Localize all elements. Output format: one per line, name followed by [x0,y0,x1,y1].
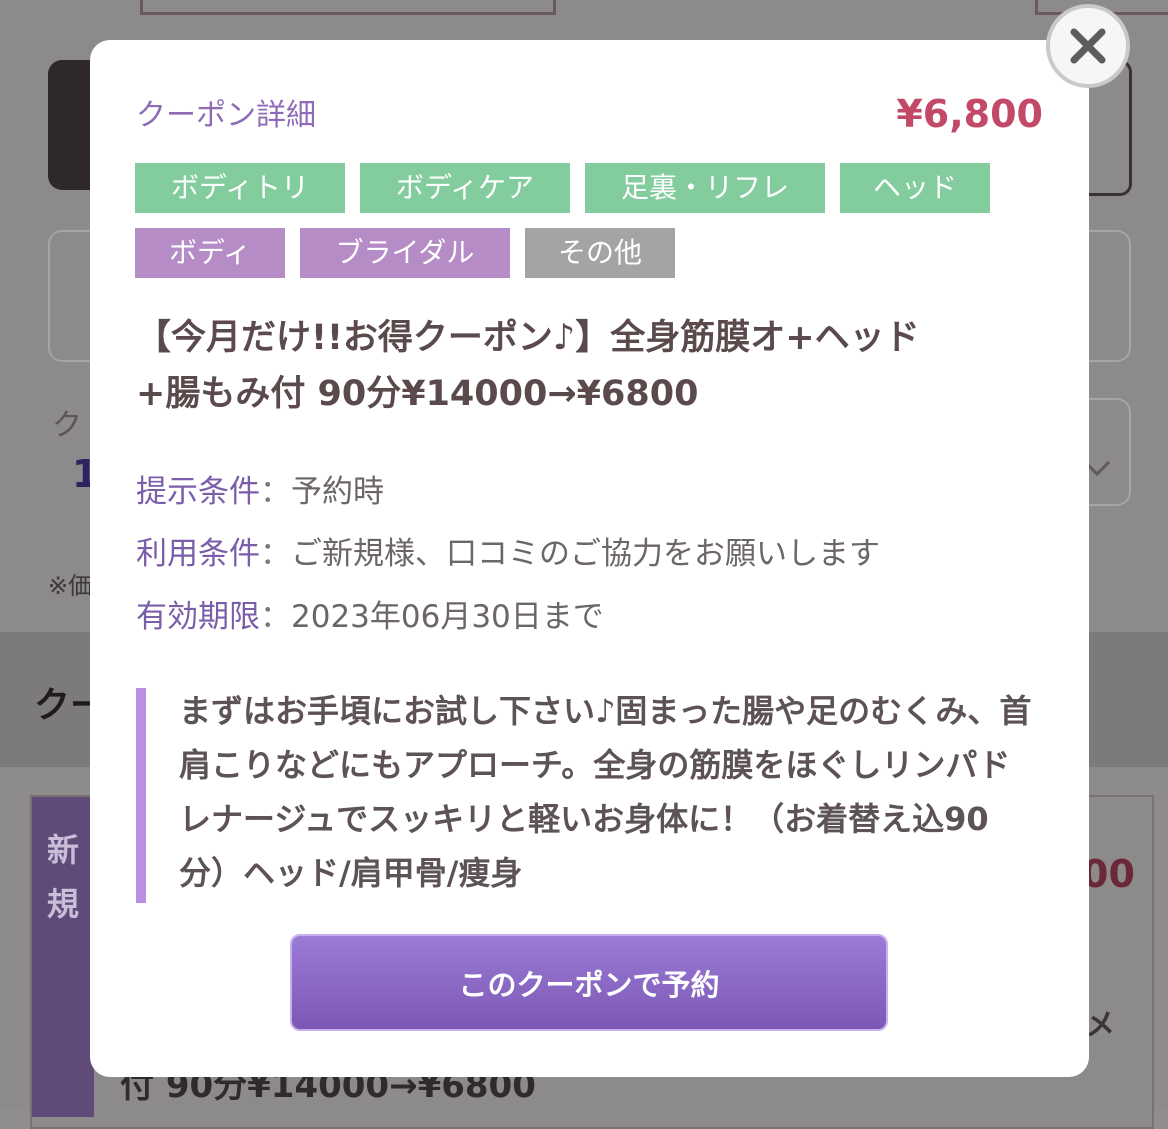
condition-value: 予約時 [291,474,384,510]
coupon-detail-modal: クーポン詳細 ¥6,800 ボディトリ ボディケア 足裏・リフレ ヘッド ボディ… [90,40,1089,1077]
close-icon [1070,28,1106,64]
condition-label: 提示条件 [136,474,260,510]
new-badge-char-2: 規 [46,885,79,923]
condition-separator: ： [260,474,291,510]
coupon-description: まずはお手頃にお試し下さい♪固まった腸や足のむくみ、首肩こりなどにもアプローチ。… [136,688,1036,903]
condition-value: ご新規様、口コミのご協力をお願いします [291,536,880,572]
condition-separator: ： [260,599,291,635]
background-label: ク [52,408,82,443]
condition-value: 2023年06月30日まで [291,599,604,635]
condition-row-usage: 利用条件：ご新規様、口コミのご協力をお願いします [136,534,880,574]
tag-foot-reflex: 足裏・リフレ [585,163,825,213]
background-top-box [140,0,556,15]
tag-bridal: ブライダル [300,228,510,278]
coupon-price: ¥6,800 [896,92,1043,136]
tag-body-care: ボディケア [360,163,570,213]
condition-separator: ： [260,536,291,572]
tag-body: ボディ [135,228,285,278]
coupon-name: 【今月だけ!!お得クーポン♪】全身筋膜オ+ヘッド +腸もみ付 90分¥14000… [136,310,1016,422]
reserve-with-coupon-button[interactable]: このクーポンで予約 [290,934,888,1031]
condition-label: 有効期限 [136,599,260,635]
background-select-box [1085,398,1131,506]
modal-title: クーポン詳細 [136,98,316,133]
condition-row-presentation: 提示条件：予約時 [136,472,384,512]
coupon-name-line-2: +腸もみ付 90分¥14000→¥6800 [136,374,699,414]
close-button[interactable] [1046,4,1130,88]
condition-label: 利用条件 [136,536,260,572]
tag-body-tori: ボディトリ [135,163,345,213]
tag-head: ヘッド [840,163,990,213]
background-right-text: メ [1085,1008,1115,1043]
background-price: 00 [1082,852,1135,896]
new-badge-char-1: 新 [46,831,79,869]
tag-other: その他 [525,228,675,278]
background-right-box [1085,230,1131,362]
condition-row-expiry: 有効期限：2023年06月30日まで [136,597,604,637]
new-customer-badge: 新 規 [32,797,94,1117]
coupon-name-line-1: 【今月だけ!!お得クーポン♪】全身筋膜オ+ヘッド [136,318,920,358]
background-note: ※価 [48,572,93,600]
description-text: まずはお手頃にお試し下さい♪固まった腸や足のむくみ、首肩こりなどにもアプローチ。… [179,692,1032,892]
